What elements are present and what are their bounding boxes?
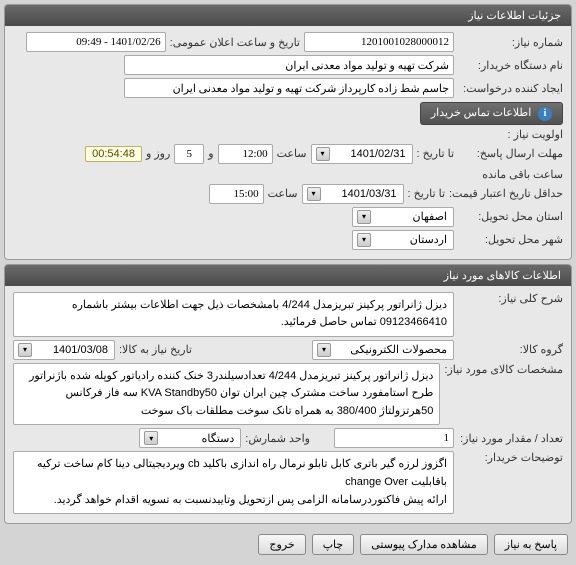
items-panel-body: شرح کلی نیاز: دیزل ژانراتور پرکینز تبریز… [5,286,571,524]
days-remaining-input[interactable] [174,144,204,164]
announce-datetime-label: تاریخ و ساعت اعلان عمومی: [170,36,300,49]
delivery-state-label: استان محل تحویل: [458,210,563,223]
items-panel: اطلاعات کالاهای مورد نیاز شرح کلی نیاز: … [4,264,572,525]
buyer-notes-label: توضیحات خریدار: [458,451,563,464]
exit-button-label: خروج [269,539,294,551]
details-panel-header: جزئیات اطلاعات نیاز [5,5,571,26]
print-button[interactable]: چاپ [312,534,355,555]
print-button-label: چاپ [323,539,344,551]
time-label-1: ساعت [277,147,307,160]
chevron-down-icon: ▾ [317,343,331,357]
countdown-timer: 00:54:48 [85,146,142,162]
details-panel: جزئیات اطلاعات نیاز شماره نیاز: تاریخ و … [4,4,572,260]
price-date-dropdown[interactable]: 1401/03/31 ▾ [302,184,404,204]
reply-button[interactable]: پاسخ به نیاز [494,534,568,555]
delivery-state-dropdown[interactable]: اصفهان ▾ [352,207,454,227]
unit-label: واحد شمارش: [245,432,310,445]
need-by-dropdown[interactable]: 1401/03/08 ▾ [13,340,115,360]
buyer-notes-box[interactable]: اگزوز لرزه گیر باتری کابل تابلو نرمال را… [13,451,454,514]
attachments-button-label: مشاهده مدارک پیوستی [371,539,477,551]
chevron-down-icon: ▾ [307,187,321,201]
footer-bar: پاسخ به نیاز مشاهده مدارک پیوستی چاپ خرو… [4,528,572,561]
qty-input[interactable] [334,428,454,448]
requester-input[interactable] [124,78,454,98]
unit-dropdown[interactable]: دستگاه ▾ [139,428,241,448]
spec-box[interactable]: دیزل ژانراتور پرکینز تبریزمدل 4/244 تعدا… [13,363,440,426]
delivery-city-value: اردستان [371,233,451,246]
price-validity-label: حداقل تاریخ اعتبار قیمت: [449,187,563,200]
chevron-down-icon: ▾ [316,147,330,161]
exit-button[interactable]: خروج [258,534,305,555]
items-panel-header: اطلاعات کالاهای مورد نیاز [5,265,571,286]
general-desc-box[interactable]: دیزل ژانراتور پرکینز تبریزمدل 4/244 بامش… [13,292,454,337]
group-label: گروه کالا: [458,343,563,356]
price-time-input[interactable] [209,184,264,204]
spec-label: مشخصات کالای مورد نیاز: [444,363,563,376]
remaining-label: ساعت باقی مانده [482,168,563,181]
announce-datetime-input[interactable] [26,32,166,52]
contact-info-button[interactable]: i اطلاعات تماس خریدار [420,102,563,125]
need-by-value: 1401/03/08 [32,344,112,356]
reply-time-input[interactable] [218,144,273,164]
need-number-label: شماره نیاز: [458,36,563,49]
info-icon: i [538,107,552,121]
and-label: و [208,147,213,160]
group-value: محصولات الکترونیکی [331,343,451,356]
to-date-label-2: تا تاریخ : [408,187,445,200]
price-date-value: 1401/03/31 [321,188,401,200]
reply-button-label: پاسخ به نیاز [505,539,557,551]
requester-label: ایجاد کننده درخواست: [458,82,563,95]
delivery-state-value: اصفهان [371,210,451,223]
items-panel-title: اطلاعات کالاهای مورد نیاز [444,270,561,282]
chevron-down-icon: ▾ [357,210,371,224]
time-label-2: ساعت [268,187,298,200]
unit-value: دستگاه [158,432,238,445]
reply-deadline-label: مهلت ارسال پاسخ: [458,147,563,160]
days-label: روز و [146,147,170,160]
reply-date-value: 1401/02/31 [330,148,410,160]
group-dropdown[interactable]: محصولات الکترونیکی ▾ [312,340,454,360]
buyer-org-label: نام دستگاه خریدار: [458,59,563,72]
delivery-city-dropdown[interactable]: اردستان ▾ [352,230,454,250]
reply-date-dropdown[interactable]: 1401/02/31 ▾ [311,144,413,164]
need-number-input[interactable] [304,32,454,52]
delivery-city-label: شهر محل تحویل: [458,233,563,246]
need-by-label: تاریخ نیاز به کالا: [119,343,192,356]
details-panel-title: جزئیات اطلاعات نیاز [468,10,561,22]
priority-label: اولویت نیاز : [458,128,563,141]
chevron-down-icon: ▾ [357,233,371,247]
to-date-label-1: تا تاریخ : [417,147,454,160]
qty-label: تعداد / مقدار مورد نیاز: [458,432,563,445]
chevron-down-icon: ▾ [18,343,32,357]
details-panel-body: شماره نیاز: تاریخ و ساعت اعلان عمومی: نا… [5,26,571,259]
general-desc-label: شرح کلی نیاز: [458,292,563,305]
buyer-org-input[interactable] [124,55,454,75]
attachments-button[interactable]: مشاهده مدارک پیوستی [360,534,488,555]
chevron-down-icon: ▾ [144,431,158,445]
contact-info-label: اطلاعات تماس خریدار [431,107,531,119]
